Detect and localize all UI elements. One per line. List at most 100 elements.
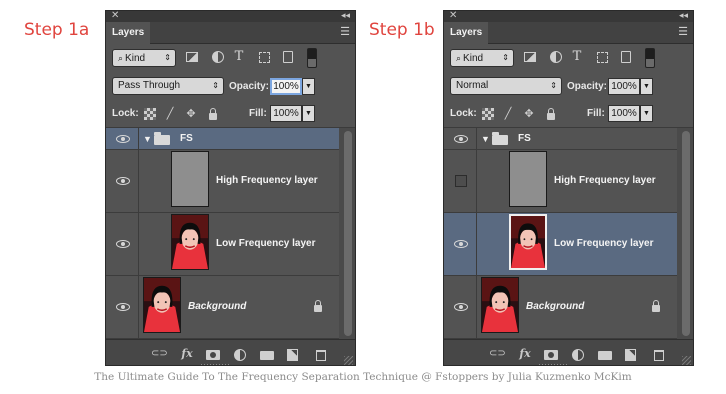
layer-name[interactable]: FS <box>180 133 193 144</box>
layer-name[interactable]: Background <box>188 301 246 312</box>
resize-handle[interactable] <box>539 364 569 365</box>
mask-icon[interactable] <box>206 350 220 360</box>
layer-thumbnail[interactable] <box>171 151 209 207</box>
eye-icon[interactable] <box>454 240 468 248</box>
scrollbar[interactable] <box>677 128 693 339</box>
filter-toggle-switch[interactable] <box>645 48 655 68</box>
visibility-toggle[interactable] <box>106 150 139 212</box>
trash-icon[interactable] <box>316 350 326 361</box>
resize-grip-icon[interactable] <box>682 356 691 365</box>
opacity-dropdown-icon[interactable]: ▼ <box>302 78 315 95</box>
eye-icon[interactable] <box>454 135 468 143</box>
lock-image-icon[interactable]: ╱ <box>502 108 514 120</box>
layer-thumbnail[interactable] <box>481 277 519 333</box>
visibility-off-box[interactable] <box>455 175 467 187</box>
collapse-icon[interactable]: ◂◂ <box>679 11 688 21</box>
visibility-toggle[interactable] <box>444 128 477 149</box>
scrollbar[interactable] <box>339 128 355 339</box>
layer-high-frequency[interactable]: High Frequency layer <box>444 150 677 213</box>
visibility-toggle[interactable] <box>444 150 477 212</box>
close-icon[interactable]: ✕ <box>111 11 119 21</box>
disclosure-triangle-icon[interactable]: ▼ <box>143 134 152 144</box>
visibility-toggle[interactable] <box>106 276 139 338</box>
layer-thumbnail[interactable] <box>143 277 181 333</box>
layer-group-fs[interactable]: ▼ FS <box>444 128 677 150</box>
opacity-field[interactable]: 100% <box>270 78 302 95</box>
panel-titlebar[interactable]: ✕ ◂◂ <box>106 11 355 22</box>
shape-filter-icon[interactable] <box>259 52 270 63</box>
layer-name[interactable]: High Frequency layer <box>216 175 318 186</box>
filter-kind-select[interactable]: ⌕ Kind ⇕ <box>450 49 514 67</box>
collapse-icon[interactable]: ◂◂ <box>341 11 350 21</box>
resize-grip-icon[interactable] <box>344 356 353 365</box>
filter-kind-select[interactable]: ⌕ Kind ⇕ <box>112 49 176 67</box>
adjustment-filter-icon[interactable] <box>212 51 224 63</box>
trash-icon[interactable] <box>654 350 664 361</box>
lock-image-icon[interactable]: ╱ <box>164 108 176 120</box>
link-icon[interactable]: ⊂⊃ <box>151 346 168 362</box>
disclosure-triangle-icon[interactable]: ▼ <box>481 134 490 144</box>
tab-layers[interactable]: Layers <box>106 22 150 44</box>
layer-name[interactable]: Low Frequency layer <box>216 238 315 249</box>
visibility-toggle[interactable] <box>444 213 477 275</box>
tab-layers[interactable]: Layers <box>444 22 488 44</box>
lock-position-icon[interactable]: ✥ <box>185 108 197 120</box>
link-icon[interactable]: ⊂⊃ <box>489 346 506 362</box>
layer-name[interactable]: High Frequency layer <box>554 175 656 186</box>
blend-mode-select[interactable]: Normal ⇕ <box>450 77 562 95</box>
fill-field[interactable]: 100% <box>608 105 640 122</box>
pixel-filter-icon[interactable] <box>524 52 536 62</box>
layer-name[interactable]: Low Frequency layer <box>554 238 653 249</box>
layer-name[interactable]: FS <box>518 133 531 144</box>
fx-icon[interactable]: fx <box>517 346 533 362</box>
lock-position-icon[interactable]: ✥ <box>523 108 535 120</box>
lock-all-icon[interactable] <box>547 108 555 120</box>
adjustment-layer-icon[interactable] <box>234 349 246 361</box>
panel-menu-icon[interactable]: ☰ <box>340 25 350 38</box>
panel-menu-icon[interactable]: ☰ <box>678 25 688 38</box>
eye-icon[interactable] <box>116 303 130 311</box>
layer-thumbnail[interactable] <box>171 214 209 270</box>
opacity-field[interactable]: 100% <box>608 78 640 95</box>
mask-icon[interactable] <box>544 350 558 360</box>
smart-object-filter-icon[interactable] <box>621 51 631 63</box>
type-filter-icon[interactable]: T <box>570 50 584 64</box>
visibility-toggle[interactable] <box>106 128 139 149</box>
eye-icon[interactable] <box>116 177 130 185</box>
resize-handle[interactable] <box>201 364 231 365</box>
new-layer-icon[interactable] <box>625 349 636 361</box>
eye-icon[interactable] <box>454 303 468 311</box>
panel-titlebar[interactable]: ✕ ◂◂ <box>444 11 693 22</box>
new-group-icon[interactable] <box>260 351 274 360</box>
layer-background[interactable]: Background <box>106 276 339 339</box>
eye-icon[interactable] <box>116 135 130 143</box>
fx-icon[interactable]: fx <box>179 346 195 362</box>
lock-transparent-icon[interactable] <box>482 108 494 120</box>
smart-object-filter-icon[interactable] <box>283 51 293 63</box>
pixel-filter-icon[interactable] <box>186 52 198 62</box>
new-group-icon[interactable] <box>598 351 612 360</box>
eye-icon[interactable] <box>116 240 130 248</box>
new-layer-icon[interactable] <box>287 349 298 361</box>
layer-name[interactable]: Background <box>526 301 584 312</box>
shape-filter-icon[interactable] <box>597 52 608 63</box>
close-icon[interactable]: ✕ <box>449 11 457 21</box>
layer-high-frequency[interactable]: High Frequency layer <box>106 150 339 213</box>
fill-dropdown-icon[interactable]: ▼ <box>302 105 315 122</box>
lock-all-icon[interactable] <box>209 108 217 120</box>
layer-background[interactable]: Background <box>444 276 677 339</box>
visibility-toggle[interactable] <box>444 276 477 338</box>
filter-toggle-switch[interactable] <box>307 48 317 68</box>
fill-field[interactable]: 100% <box>270 105 302 122</box>
lock-transparent-icon[interactable] <box>144 108 156 120</box>
layer-low-frequency[interactable]: Low Frequency layer <box>444 213 677 276</box>
blend-mode-select[interactable]: Pass Through ⇕ <box>112 77 224 95</box>
scrollbar-thumb[interactable] <box>682 131 690 336</box>
layer-group-fs[interactable]: ▼ FS <box>106 128 339 150</box>
layer-low-frequency[interactable]: Low Frequency layer <box>106 213 339 276</box>
scrollbar-thumb[interactable] <box>344 131 352 336</box>
layer-thumbnail[interactable] <box>509 151 547 207</box>
visibility-toggle[interactable] <box>106 213 139 275</box>
opacity-dropdown-icon[interactable]: ▼ <box>640 78 653 95</box>
layer-thumbnail[interactable] <box>509 214 547 270</box>
